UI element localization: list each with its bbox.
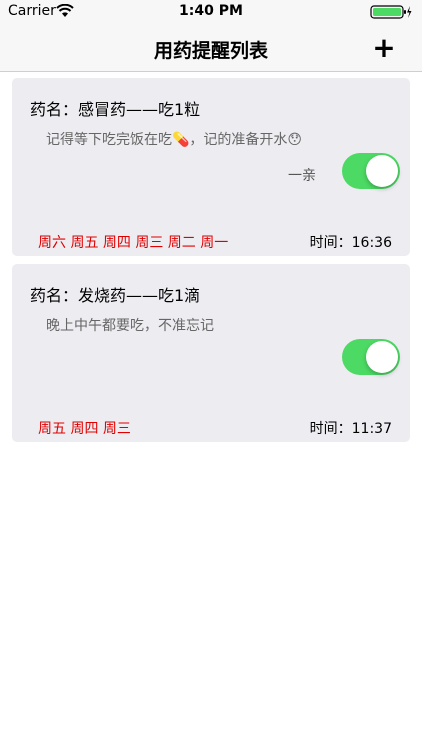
reminder-toggle[interactable] [342,339,400,375]
reminder-sender: 一亲 [288,168,316,184]
battery-icon [370,5,412,19]
reminder-note: 记得等下吃完饭在吃💊，记的准备开水😯 [46,132,303,148]
status-bar: Carrier 1:40 PM [0,0,422,24]
status-clock: 1:40 PM [179,3,243,19]
reminder-days: 周五 周四 周三 [38,421,131,437]
page-title: 用药提醒列表 [153,40,268,62]
reminder-note: 晚上中午都要吃，不准忘记 [46,318,214,334]
navigation-bar: 用药提醒列表 + [0,24,422,72]
reminder-days: 周六 周五 周四 周三 周二 周一 [38,235,229,251]
reminder-title: 药名：感冒药——吃1粒 [30,100,201,119]
reminder-time: 时间：11:37 [309,421,392,437]
reminder-card[interactable]: 药名：感冒药——吃1粒 记得等下吃完饭在吃💊，记的准备开水😯 一亲 周六 周五 … [12,78,410,256]
toggle-knob [366,341,398,373]
reminder-title: 药名：发烧药——吃1滴 [30,286,201,305]
reminder-time: 时间：16:36 [309,235,392,251]
reminder-toggle[interactable] [342,153,400,189]
toggle-knob [366,155,398,187]
reminder-card[interactable]: 药名：发烧药——吃1滴 晚上中午都要吃，不准忘记 周五 周四 周三 时间：11:… [12,264,410,442]
add-reminder-button[interactable]: + [368,32,400,64]
